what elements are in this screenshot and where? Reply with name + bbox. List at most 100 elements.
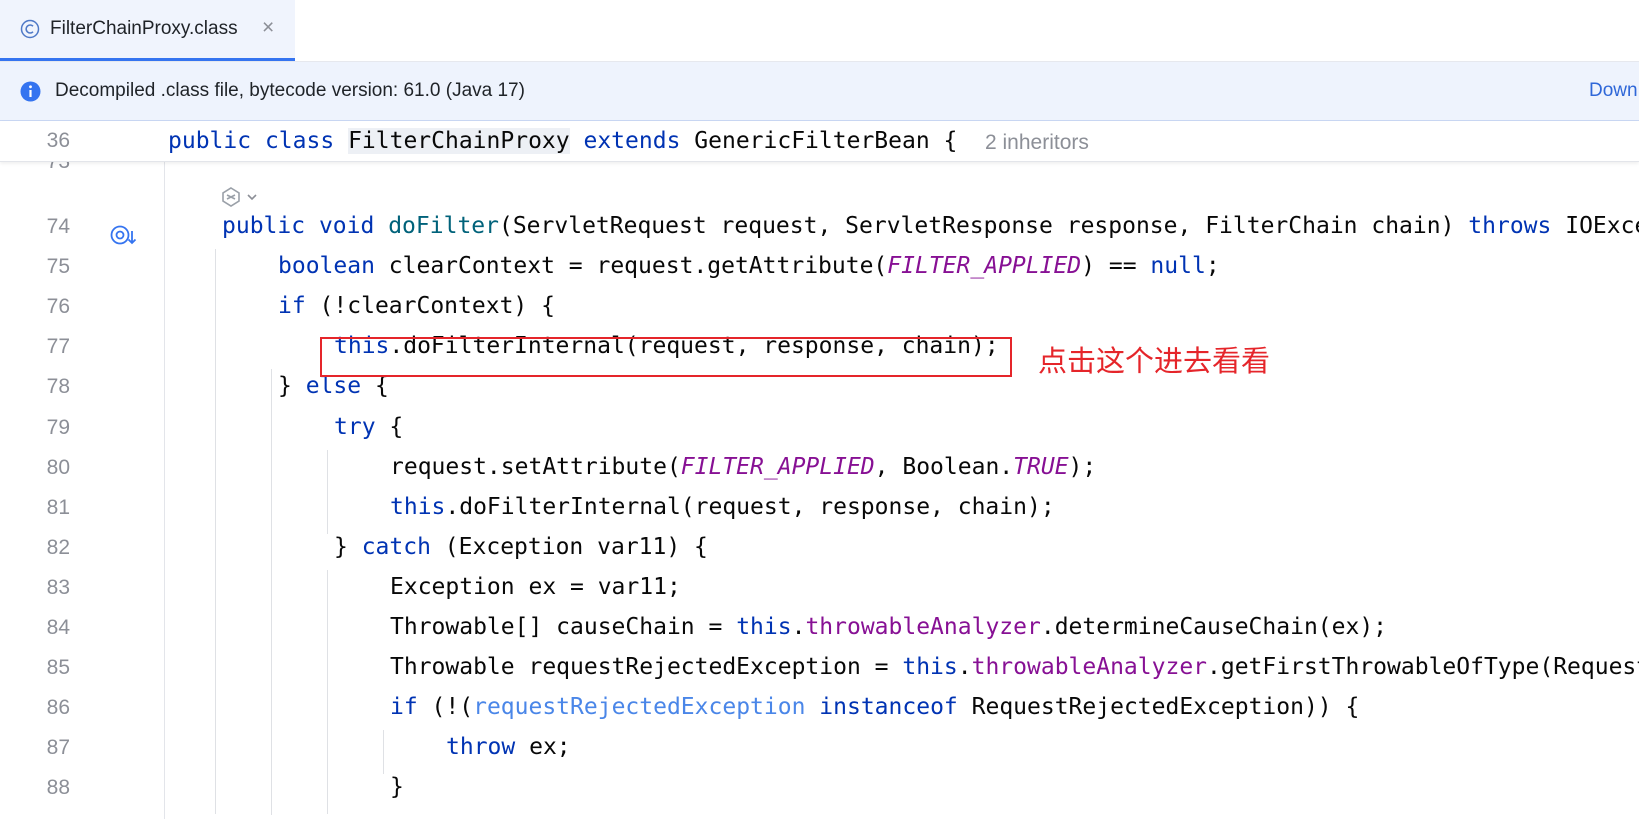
line-number: 84 <box>46 616 70 639</box>
code-token: Exception ex = var11; <box>390 573 681 600</box>
code-line[interactable]: throw ex; <box>446 734 571 760</box>
code-line[interactable]: if (!(requestRejectedException instanceo… <box>390 694 1359 720</box>
line-number: 88 <box>46 776 70 800</box>
code-line[interactable]: boolean clearContext = request.getAttrib… <box>278 253 1220 279</box>
code-token-kw: throws <box>1468 213 1552 239</box>
indent-guide <box>271 369 272 414</box>
code-line[interactable]: try { <box>334 414 403 440</box>
indent-guide <box>271 409 272 815</box>
tab-filterchainproxy[interactable]: FilterChainProxy.class × <box>0 0 295 61</box>
code-line[interactable]: } <box>390 774 404 800</box>
code-token: } <box>278 373 306 400</box>
code-token: { <box>361 373 389 400</box>
superclass[interactable]: GenericFilterBean { <box>694 128 957 154</box>
sticky-class-header[interactable]: 36 public class FilterChainProxy extends… <box>0 121 1639 162</box>
keyword: extends <box>583 128 681 154</box>
code-token: clearContext = request.getAttribute( <box>374 253 888 280</box>
line-number: 81 <box>46 495 70 519</box>
code-token-kw: this <box>390 493 446 520</box>
code-token-kw: void <box>318 213 375 239</box>
code-token: (ServletRequest request, ServletResponse… <box>498 213 1469 239</box>
code-token-kw: null <box>1150 253 1206 280</box>
code-line[interactable]: Throwable[] causeChain = this.throwableA… <box>390 614 1387 640</box>
code-token: ); <box>1068 453 1097 480</box>
gutter-separator <box>164 162 165 819</box>
indent-guide <box>327 569 328 815</box>
code-token-fld: throwableAnalyzer <box>805 614 1041 640</box>
code-token-kw: if <box>278 293 306 320</box>
code-token: } <box>390 774 404 801</box>
tab-label: FilterChainProxy.class <box>50 18 238 39</box>
line-number: 87 <box>46 736 70 760</box>
indent-guide <box>215 249 216 815</box>
code-token-fld: throwableAnalyzer <box>971 654 1208 681</box>
code-token: .getFirstThrowableOfType(RequestRejected… <box>1207 654 1639 681</box>
code-token: .determineCauseChain(ex); <box>1040 614 1388 640</box>
code-line[interactable]: Throwable requestRejectedException = thi… <box>390 654 1639 680</box>
class-c-icon <box>20 19 40 39</box>
code-token: ) == <box>1081 253 1151 280</box>
code-token-kw: boolean <box>278 253 375 280</box>
annotation-label: 点击这个进去看看 <box>1038 344 1271 378</box>
code-token-it: FILTER_APPLIED <box>680 453 875 480</box>
line-number: 36 <box>46 129 70 152</box>
line-number: 76 <box>46 295 70 319</box>
code-token-kw: if <box>390 694 418 721</box>
code-line[interactable]: request.setAttribute(FILTER_APPLIED, Boo… <box>390 454 1096 480</box>
sticky-code-line: public class FilterChainProxy extends Ge… <box>168 128 957 154</box>
code-line[interactable]: public void doFilter(ServletRequest requ… <box>222 213 1639 239</box>
code-token-kw: this <box>902 654 958 681</box>
code-token-kw: catch <box>361 533 431 560</box>
line-number: 74 <box>46 215 70 238</box>
overrides-method-icon[interactable] <box>110 224 138 248</box>
line-number: 79 <box>46 415 70 439</box>
code-line[interactable]: this.doFilterInternal(request, response,… <box>390 494 1055 520</box>
code-token: (!clearContext) { <box>305 293 555 320</box>
banner-message: Decompiled .class file, bytecode version… <box>55 80 525 101</box>
line-number: 78 <box>46 375 70 399</box>
tab-close-icon[interactable]: × <box>262 16 274 40</box>
line-number: 75 <box>46 255 70 279</box>
indent-guide <box>383 730 384 775</box>
line-number: 82 <box>46 535 70 559</box>
code-token-it: TRUE <box>1013 453 1069 480</box>
code-token-kw: instanceof <box>819 694 958 721</box>
code-line[interactable]: } else { <box>278 373 389 399</box>
inheritors-hint[interactable]: 2 inheritors <box>985 131 1089 155</box>
code-token: IOException, ServletException { <box>1565 213 1639 239</box>
line-number: 83 <box>46 575 70 599</box>
code-token-hintvar: requestRejectedException <box>473 694 806 721</box>
code-token-fn: doFilter <box>388 213 499 239</box>
code-token: (Exception var11) { <box>430 533 708 560</box>
code-token-kw: else <box>305 373 362 400</box>
class-name[interactable]: FilterChainProxy <box>348 128 570 154</box>
keyword: class <box>264 128 335 154</box>
line-number: 80 <box>46 455 70 479</box>
code-token: ; <box>1205 253 1220 280</box>
ai-assistant-icon[interactable] <box>220 186 262 208</box>
code-token: } <box>334 533 362 560</box>
code-token: ex; <box>515 734 571 761</box>
editor-tab-bar: FilterChainProxy.class × <box>0 0 1639 62</box>
line-number: 77 <box>46 335 70 359</box>
code-token: request.setAttribute( <box>390 453 681 480</box>
info-icon <box>20 81 41 102</box>
code-line[interactable]: } catch (Exception var11) { <box>334 534 708 560</box>
indent-guide <box>327 449 328 534</box>
code-token: Throwable requestRejectedException = <box>390 654 903 681</box>
code-token-kw: throw <box>446 734 516 761</box>
code-editor[interactable]: 73 74 public void doFilter(ServletRequest… <box>0 162 1639 819</box>
code-line[interactable]: if (!clearContext) { <box>278 293 555 319</box>
code-line[interactable]: Exception ex = var11; <box>390 574 681 600</box>
line-number: 73 <box>0 162 70 174</box>
code-token-kw: this <box>736 614 792 640</box>
code-token-kw: try <box>334 413 376 440</box>
code-token-it: FILTER_APPLIED <box>887 253 1082 280</box>
active-tab-indicator <box>0 58 295 61</box>
download-sources-link[interactable]: Down <box>1589 80 1638 102</box>
highlight-box <box>320 337 1012 377</box>
code-token: RequestRejectedException)) { <box>957 694 1360 721</box>
